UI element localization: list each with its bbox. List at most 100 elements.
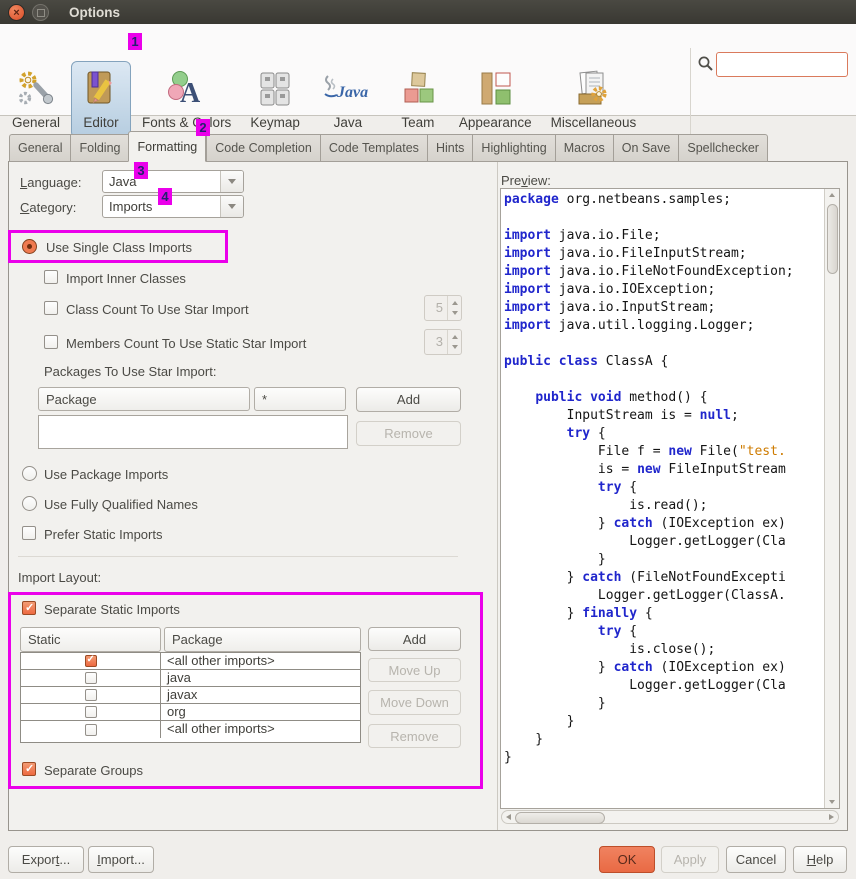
annotation-marker-4: 4 [158,188,172,205]
category-combo-arrow[interactable] [220,196,243,217]
scroll-right-icon[interactable] [829,814,834,820]
spinner-arrows[interactable] [447,296,461,320]
spinner-up-icon [452,335,458,339]
search-input[interactable] [716,52,848,77]
annotation-marker-1: 1 [128,33,142,50]
scroll-up-icon[interactable] [829,193,835,197]
category-combobox[interactable]: Imports [102,195,244,218]
code-line: } catch (IOException ex) [504,659,822,677]
use-fully-qualified-names-label: Use Fully Qualified Names [44,497,198,512]
column-header-label: Package [46,392,97,407]
code-line: import java.io.FileInputStream; [504,245,822,263]
class-count-label: Class Count To Use Star Import [66,302,249,317]
vertical-scrollbar[interactable] [824,189,839,808]
code-line: is.close(); [504,641,822,659]
scroll-left-icon[interactable] [506,814,511,820]
code-line: InputStream is = null; [504,407,822,425]
code-line: public void method() { [504,389,822,407]
members-count-checkbox[interactable] [44,335,58,349]
code-line: import java.util.logging.Logger; [504,317,822,335]
miscellaneous-icon [571,67,615,113]
import-button[interactable]: Import... [88,846,154,873]
code-line: } [504,749,822,767]
tab-folding[interactable]: Folding [70,134,128,162]
toolbar-item-java[interactable]: JavaJava [311,61,385,138]
language-combobox[interactable]: Java [102,170,244,193]
preview-code: package org.netbeans.samples; import jav… [504,191,822,805]
toolbar-item-team[interactable]: Team [388,61,448,138]
toolbar-item-keymap[interactable]: Keymap [242,61,308,138]
restore-icon[interactable] [32,4,49,21]
class-count-spinner[interactable]: 5 [424,295,462,321]
tab-code-templates[interactable]: Code Templates [320,134,427,162]
button-label: OK [618,852,637,867]
code-line: Logger.getLogger(Cla [504,533,822,551]
tab-macros[interactable]: Macros [555,134,613,162]
tab-code-completion[interactable]: Code Completion [206,134,320,162]
export-button[interactable]: Export... [8,846,84,873]
code-line: } [504,713,822,731]
star-import-remove-button[interactable]: Remove [356,421,461,446]
code-line: try { [504,623,822,641]
button-label: Export... [22,852,70,867]
language-label: Language: [20,175,81,190]
button-label: Help [807,852,834,867]
chevron-down-icon [228,179,236,184]
cancel-button[interactable]: Cancel [726,846,786,873]
fonts-colors-icon: A [165,67,209,113]
class-count-checkbox[interactable] [44,301,58,315]
ok-button[interactable]: OK [599,846,655,873]
spinner-down-icon [452,345,458,349]
language-combo-arrow[interactable] [220,171,243,192]
code-line: is.read(); [504,497,822,515]
import-inner-classes-label: Import Inner Classes [66,271,186,286]
packages-to-star-label: Packages To Use Star Import: [44,364,216,379]
horizontal-scrollbar-thumb[interactable] [515,812,605,824]
horizontal-scrollbar[interactable] [501,810,839,824]
help-button[interactable]: Help [793,846,847,873]
toolbar-item-general[interactable]: General [4,61,68,138]
toolbar-item-label: Team [401,115,434,130]
toolbar-item-fonts-colors[interactable]: AFonts & Colors [134,61,239,138]
tab-formatting[interactable]: Formatting [128,131,206,162]
scroll-down-icon[interactable] [829,800,835,804]
svg-text:Java: Java [336,84,368,101]
code-line: Logger.getLogger(Cla [504,677,822,695]
apply-button[interactable]: Apply [661,846,719,873]
use-package-imports-label: Use Package Imports [44,467,168,482]
button-label: Apply [674,852,707,867]
team-icon [396,67,440,113]
tab-hints[interactable]: Hints [427,134,472,162]
button-label: Import... [97,852,145,867]
star-import-package-list[interactable] [38,415,348,449]
tab-spellchecker[interactable]: Spellchecker [678,134,768,162]
use-package-imports-radio[interactable] [22,466,37,481]
use-fully-qualified-names-radio[interactable] [22,496,37,511]
members-count-spinner[interactable]: 3 [424,329,462,355]
preview-label: Preview: [501,173,551,188]
star-import-add-button[interactable]: Add [356,387,461,412]
code-line: File f = new File("test. [504,443,822,461]
spinner-arrows[interactable] [447,330,461,354]
members-count-label: Members Count To Use Static Star Import [66,336,306,351]
code-line: import java.io.IOException; [504,281,822,299]
tab-on-save[interactable]: On Save [613,134,679,162]
vertical-scrollbar-thumb[interactable] [827,204,838,274]
close-icon[interactable]: × [8,4,25,21]
toolbar-item-miscellaneous[interactable]: Miscellaneous [543,61,645,138]
prefer-static-imports-label: Prefer Static Imports [44,527,162,542]
import-inner-classes-checkbox[interactable] [44,270,58,284]
language-value: Java [103,174,220,189]
toolbar-item-appearance[interactable]: Appearance [451,61,540,138]
toolbar-item-editor[interactable]: Editor [71,61,131,138]
star-import-package-column-header[interactable]: Package [38,387,250,411]
tab-highlighting[interactable]: Highlighting [472,134,554,162]
code-line: import java.io.File; [504,227,822,245]
java-icon: Java [319,67,377,113]
code-line [504,371,822,389]
code-line: import java.io.InputStream; [504,299,822,317]
tab-general[interactable]: General [9,134,70,162]
star-import-star-column-header[interactable]: * [254,387,346,411]
spinner-up-icon [452,301,458,305]
prefer-static-imports-checkbox[interactable] [22,526,36,540]
